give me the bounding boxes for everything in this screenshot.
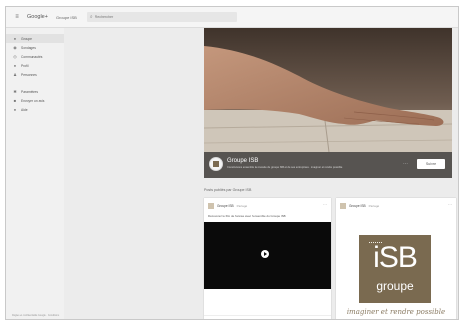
sidebar-item-label: Envoyer un avis: [21, 98, 45, 103]
search-icon: ⌕: [89, 14, 93, 20]
post-text: Découvrez le film de l'année avec l'ense…: [208, 214, 286, 218]
hamburger-menu-icon[interactable]: ≡: [12, 14, 22, 20]
more-options-icon[interactable]: ⋯: [403, 161, 408, 167]
logo-main-text: iSB: [373, 241, 418, 274]
sidebar-item-label: Personnes: [21, 72, 37, 77]
gear-icon: ✱: [13, 89, 17, 94]
sidebar-item-parametres[interactable]: ✱ Paramètres: [6, 87, 64, 96]
sidebar-item-label: Profil: [21, 63, 29, 68]
page-avatar-logo: [213, 161, 219, 167]
top-bar: ≡ Google+ Groupe ISB ⌕: [6, 7, 458, 28]
post-header: Groupe ISB Partagé: [340, 203, 379, 209]
sidebar-item-personnes[interactable]: ♟ Personnes: [6, 70, 64, 79]
cover-photo: Groupe ISB Construisons ensemble la réus…: [204, 28, 452, 178]
sidebar-item-label: Paramètres: [21, 89, 39, 94]
page-avatar[interactable]: [209, 157, 223, 171]
posts-heading: Posts publiés par Groupe ISB: [204, 188, 252, 192]
poll-icon: ◉: [13, 45, 17, 50]
post-date[interactable]: Partagé: [369, 204, 380, 208]
page-title: Groupe ISB: [227, 158, 259, 164]
main-content: Groupe ISB Construisons ensemble la réus…: [64, 28, 458, 321]
community-icon: ◎: [13, 54, 17, 59]
people-icon: ●: [13, 36, 17, 41]
cover-info-bar: Groupe ISB Construisons ensemble la réus…: [204, 152, 452, 178]
follow-button[interactable]: Suivre: [417, 159, 445, 169]
post-author[interactable]: Groupe ISB: [349, 204, 366, 208]
post-date[interactable]: Partagé: [237, 204, 248, 208]
post-card: Groupe ISB Partagé ⋯ Découvrez le film d…: [204, 198, 331, 321]
sidebar-item-label: Aide: [21, 107, 28, 112]
share-icon[interactable]: ➦: [322, 320, 325, 321]
post-author[interactable]: Groupe ISB: [217, 204, 234, 208]
sidebar-item-profil[interactable]: ● Profil: [6, 61, 64, 70]
plus-one-icon[interactable]: ⁺¹: [210, 320, 213, 321]
play-icon[interactable]: [261, 250, 269, 258]
post-header: Groupe ISB Partagé: [208, 203, 247, 209]
sidebar-item-avis[interactable]: ■ Envoyer un avis: [6, 96, 64, 105]
author-avatar[interactable]: [340, 203, 346, 209]
help-icon: ●: [13, 107, 17, 112]
comment-icon[interactable]: ▭: [313, 320, 317, 321]
sidebar-footer[interactable]: Règles et confidentialité Google · Condi…: [12, 314, 62, 317]
sidebar-item-label: Sondages: [21, 45, 36, 50]
sidebar-item-sondages[interactable]: ◉ Sondages: [6, 43, 64, 52]
google-plus-logo[interactable]: Google+: [27, 14, 48, 20]
video-player[interactable]: [204, 222, 331, 289]
sidebar: ● Groupe ◉ Sondages ◎ Communautés ● Prof…: [6, 28, 64, 319]
search-input[interactable]: [94, 13, 225, 21]
person-icon: ♟: [13, 72, 17, 77]
sidebar-item-aide[interactable]: ● Aide: [6, 105, 64, 114]
isb-logo-image[interactable]: iSB groupe: [359, 235, 431, 303]
page-label: Groupe ISB: [55, 14, 77, 20]
logo-tagline: imaginer et rendre possible: [346, 308, 446, 316]
screenshot-frame: ≡ Google+ Groupe ISB ⌕ ● Groupe ◉ Sondag…: [5, 6, 459, 320]
post-card: Groupe ISB Partagé ⋯ iSB groupe imaginer…: [336, 198, 456, 319]
post-actions: ⁺¹ ▭ ➦: [204, 315, 331, 321]
post-menu-icon[interactable]: ⋯: [448, 202, 452, 207]
sidebar-item-groupe[interactable]: ● Groupe: [6, 34, 64, 43]
feedback-icon: ■: [13, 98, 17, 103]
author-avatar[interactable]: [208, 203, 214, 209]
sidebar-item-communautes[interactable]: ◎ Communautés: [6, 52, 64, 61]
post-menu-icon[interactable]: ⋯: [323, 202, 327, 207]
sidebar-item-label: Groupe: [21, 36, 32, 41]
page-tagline: Construisons ensemble la réussite du gro…: [227, 166, 343, 169]
logo-sub-text: groupe: [376, 279, 414, 293]
search-box[interactable]: ⌕: [86, 12, 237, 22]
sidebar-item-label: Communautés: [21, 54, 43, 59]
profile-icon: ●: [13, 63, 17, 68]
